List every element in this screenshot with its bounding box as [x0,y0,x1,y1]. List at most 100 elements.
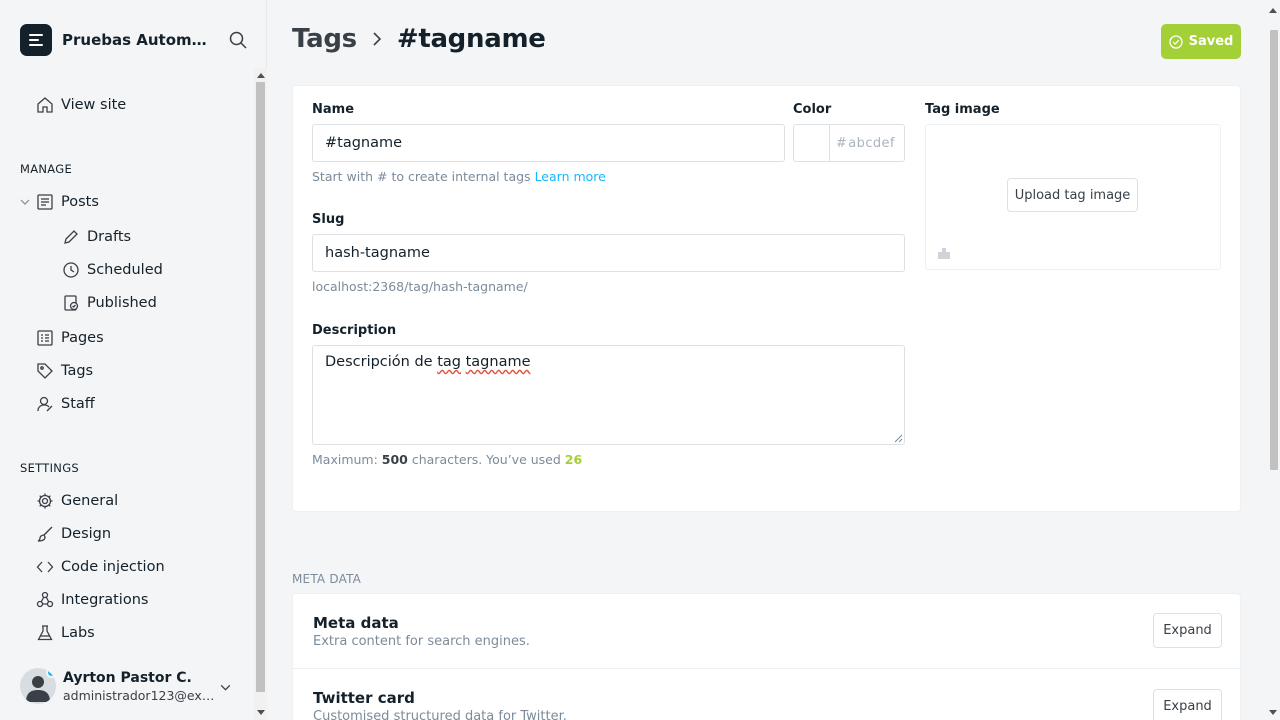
learn-more-link[interactable]: Learn more [535,169,606,184]
pages-icon [37,330,53,346]
color-label: Color [793,102,832,117]
user-name: Ayrton Pastor C. [63,669,192,686]
slug-input[interactable]: hash-tagname [312,234,905,272]
sidebar-item-label: Drafts [87,229,132,245]
description-label: Description [312,323,397,338]
twitter-card-description: Customised structured data for Twitter. [313,709,567,720]
char-count-mid: characters. You’ve used [407,452,565,467]
sidebar: Pruebas Automatizadas View site MANAGE P… [0,0,267,720]
color-placeholder: abcdef [848,135,895,151]
char-max-value: 500 [381,452,408,467]
color-swatch[interactable] [793,124,830,162]
published-icon [64,295,79,311]
description-text: Descripción de [325,354,438,370]
integrations-icon [36,591,54,608]
color-hash: # [836,135,848,151]
sidebar-item-tags[interactable]: Tags [36,360,93,382]
sidebar-scrollbar[interactable] [254,68,267,720]
sidebar-item-label: Posts [61,194,99,210]
scroll-down-arrow-icon[interactable] [1269,710,1277,715]
clock-icon [63,262,79,278]
sidebar-item-label: Pages [61,330,104,346]
code-icon [36,561,54,573]
color-input[interactable]: # abcdef [829,124,905,162]
sidebar-item-published[interactable]: Published [62,292,157,314]
sidebar-item-integrations[interactable]: Integrations [36,589,148,611]
scrollbar-thumb[interactable] [256,82,265,692]
meta-data-title: Meta data [313,614,399,632]
gear-icon [37,493,53,509]
meta-data-section-heading: META DATA [292,572,362,586]
save-button[interactable]: Saved [1161,24,1241,59]
sidebar-item-label: Integrations [61,592,149,608]
scroll-up-arrow-icon[interactable] [1269,8,1277,13]
scroll-up-arrow-icon[interactable] [257,73,265,78]
description-textarea[interactable]: Descripción de tag tagname [312,345,905,445]
name-label: Name [312,102,355,117]
sidebar-item-code-injection[interactable]: Code injection [36,556,165,578]
sidebar-item-scheduled[interactable]: Scheduled [62,259,163,281]
sidebar-item-label: Scheduled [87,262,163,278]
status-dot [46,668,56,678]
sidebar-item-drafts[interactable]: Drafts [62,226,131,248]
character-count: Maximum: 500 characters. You’ve used 26 [312,452,582,467]
page-scrollbar[interactable] [1267,0,1280,720]
page-title: #tagname [396,24,546,54]
avatar [20,668,56,704]
tag-image-label: Tag image [925,102,1000,117]
slug-label: Slug [312,212,345,227]
meta-data-panel: Meta data Extra content for search engin… [292,593,1241,669]
scroll-down-arrow-icon[interactable] [257,710,265,715]
brand[interactable]: Pruebas Automatizadas [20,24,214,56]
home-icon [37,97,53,113]
tag-icon [37,363,53,379]
twitter-card-title: Twitter card [313,689,415,707]
sidebar-content: Pruebas Automatizadas View site MANAGE P… [0,0,254,720]
save-button-label: Saved [1188,34,1234,49]
sidebar-item-label: Tags [61,363,94,379]
sidebar-item-label: Design [61,526,112,542]
name-input[interactable]: #tagname [312,124,785,162]
sidebar-item-posts[interactable]: Posts [36,191,99,213]
chevron-down-icon[interactable] [219,681,232,694]
search-icon[interactable] [229,31,247,49]
chevron-down-icon[interactable] [19,196,31,208]
ghost-logo-icon [20,24,52,56]
sidebar-item-label: Published [87,295,157,311]
spellcheck-word: tag [437,354,461,370]
slug-url-preview: localhost:2368/tag/hash-tagname/ [312,279,528,294]
sidebar-item-pages[interactable]: Pages [36,327,104,349]
spellcheck-word: tagname [465,354,531,370]
flask-icon [37,625,53,641]
breadcrumb: Tags #tagname [292,24,546,54]
scrollbar-thumb[interactable] [1270,30,1278,470]
twitter-card-panel: Twitter card Customised structured data … [292,668,1241,720]
char-count-prefix: Maximum: [312,452,382,467]
sidebar-item-design[interactable]: Design [36,523,111,545]
manage-section-label: MANAGE [20,162,73,176]
image-upload-icon [938,248,950,259]
meta-data-description: Extra content for search engines. [313,634,530,649]
sidebar-item-label: View site [61,97,127,113]
twitter-card-expand-button[interactable]: Expand [1153,689,1222,720]
sidebar-item-general[interactable]: General [36,490,118,512]
sidebar-item-label: General [61,493,119,509]
settings-section-label: SETTINGS [20,461,80,475]
sidebar-item-labs[interactable]: Labs [36,622,95,644]
user-menu[interactable]: Ayrton Pastor C. administrador123@exampl… [20,668,215,704]
pencil-icon [64,230,78,244]
staff-icon [37,396,53,412]
posts-icon [37,194,53,210]
breadcrumb-tags-link[interactable]: Tags [292,24,357,54]
check-circle-icon [1168,34,1183,49]
upload-tag-image-button[interactable]: Upload tag image [1007,178,1138,212]
sidebar-item-view-site[interactable]: View site [36,94,126,116]
sidebar-item-label: Labs [61,625,95,641]
resize-handle-icon[interactable] [894,434,903,443]
name-hint: Start with # to create internal tags Lea… [312,169,606,184]
sidebar-item-staff[interactable]: Staff [36,393,95,415]
sidebar-item-label: Code injection [61,559,165,575]
char-used-value: 26 [564,452,583,467]
meta-data-expand-button[interactable]: Expand [1153,613,1222,648]
name-hint-text: Start with # to create internal tags [312,169,531,184]
